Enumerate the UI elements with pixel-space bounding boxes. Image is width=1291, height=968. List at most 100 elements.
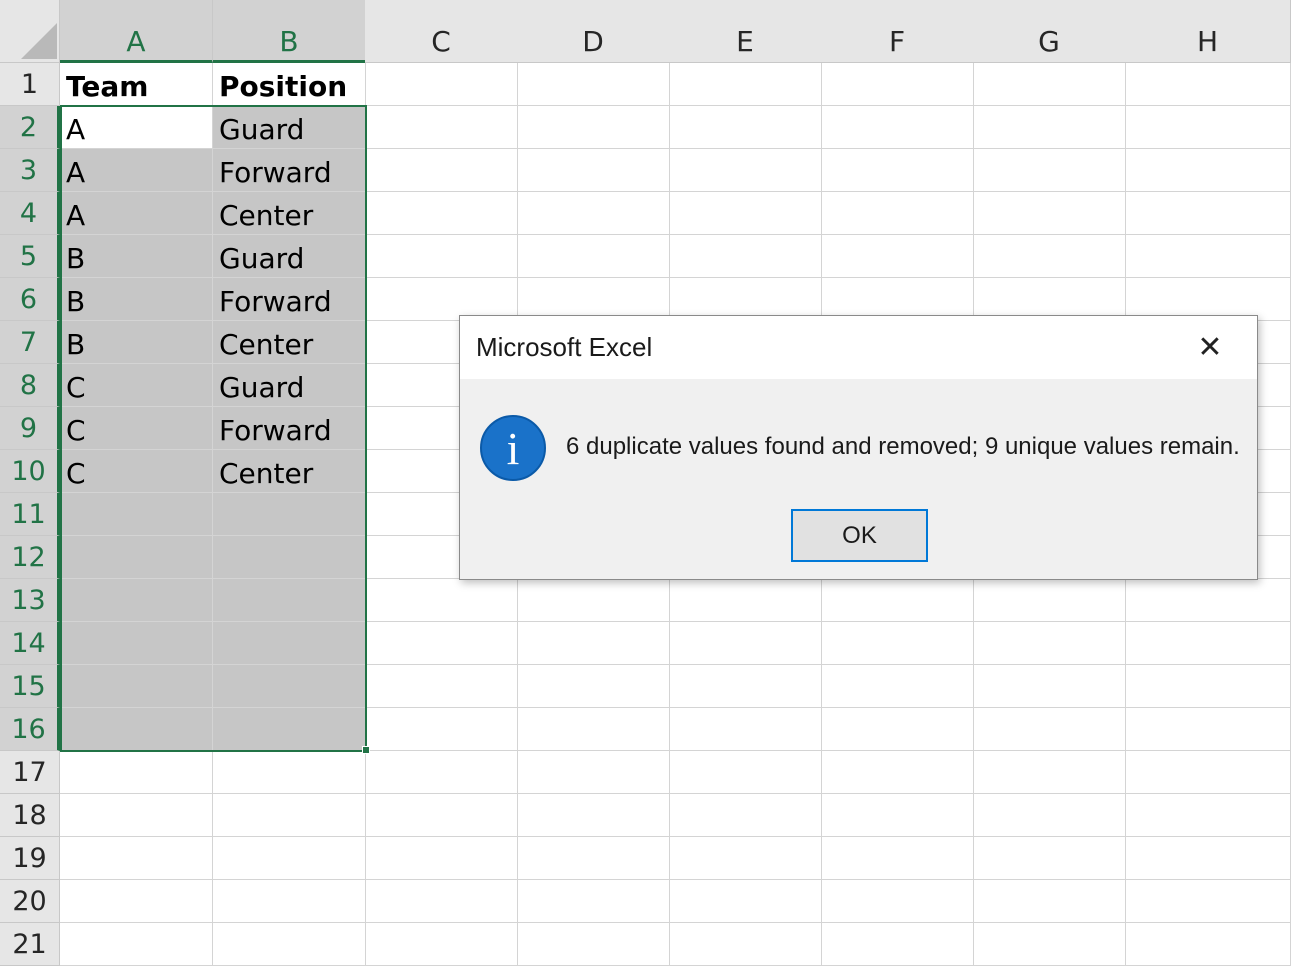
row-header-8[interactable]: 8 — [0, 364, 60, 407]
cell-a15[interactable] — [60, 665, 213, 708]
row-header-20[interactable]: 20 — [0, 880, 60, 923]
cell-a6[interactable]: B — [60, 278, 213, 321]
row-header-11[interactable]: 11 — [0, 493, 60, 536]
column-header-h[interactable]: H — [1125, 0, 1291, 63]
cell-c15[interactable] — [365, 665, 518, 708]
cell-b14[interactable] — [213, 622, 366, 665]
cell-h20[interactable] — [1125, 880, 1291, 923]
row-header-4[interactable]: 4 — [0, 192, 60, 235]
row-header-12[interactable]: 12 — [0, 536, 60, 579]
cell-e2[interactable] — [669, 106, 822, 149]
row-header-15[interactable]: 15 — [0, 665, 60, 708]
cell-d15[interactable] — [517, 665, 670, 708]
cell-e16[interactable] — [669, 708, 822, 751]
cell-b8[interactable]: Guard — [213, 364, 366, 407]
cell-g13[interactable] — [973, 579, 1126, 622]
cell-e15[interactable] — [669, 665, 822, 708]
column-header-g[interactable]: G — [973, 0, 1126, 63]
cell-b16[interactable] — [213, 708, 366, 751]
cell-b21[interactable] — [213, 923, 366, 966]
cell-h13[interactable] — [1125, 579, 1291, 622]
cell-h14[interactable] — [1125, 622, 1291, 665]
cell-c4[interactable] — [365, 192, 518, 235]
row-header-5[interactable]: 5 — [0, 235, 60, 278]
cell-d1[interactable] — [517, 63, 670, 106]
cell-c3[interactable] — [365, 149, 518, 192]
cell-g2[interactable] — [973, 106, 1126, 149]
cell-a3[interactable]: A — [60, 149, 213, 192]
cell-d16[interactable] — [517, 708, 670, 751]
cell-g4[interactable] — [973, 192, 1126, 235]
cell-e18[interactable] — [669, 794, 822, 837]
cell-d14[interactable] — [517, 622, 670, 665]
cell-b11[interactable] — [213, 493, 366, 536]
cell-f13[interactable] — [821, 579, 974, 622]
row-header-16[interactable]: 16 — [0, 708, 60, 751]
cell-b13[interactable] — [213, 579, 366, 622]
row-header-9[interactable]: 9 — [0, 407, 60, 450]
cell-a19[interactable] — [60, 837, 213, 880]
cell-c2[interactable] — [365, 106, 518, 149]
cell-b12[interactable] — [213, 536, 366, 579]
cell-d13[interactable] — [517, 579, 670, 622]
cell-g19[interactable] — [973, 837, 1126, 880]
cell-f16[interactable] — [821, 708, 974, 751]
row-header-2[interactable]: 2 — [0, 106, 60, 149]
cell-d18[interactable] — [517, 794, 670, 837]
cell-e17[interactable] — [669, 751, 822, 794]
cell-d21[interactable] — [517, 923, 670, 966]
cell-f17[interactable] — [821, 751, 974, 794]
cell-c14[interactable] — [365, 622, 518, 665]
cell-g3[interactable] — [973, 149, 1126, 192]
cell-a7[interactable]: B — [60, 321, 213, 364]
row-header-3[interactable]: 3 — [0, 149, 60, 192]
cell-c20[interactable] — [365, 880, 518, 923]
cell-g17[interactable] — [973, 751, 1126, 794]
cell-g15[interactable] — [973, 665, 1126, 708]
cell-e13[interactable] — [669, 579, 822, 622]
cell-b2[interactable]: Guard — [213, 106, 366, 149]
cell-e20[interactable] — [669, 880, 822, 923]
cell-h5[interactable] — [1125, 235, 1291, 278]
row-header-19[interactable]: 19 — [0, 837, 60, 880]
cell-b6[interactable]: Forward — [213, 278, 366, 321]
cell-e14[interactable] — [669, 622, 822, 665]
row-header-14[interactable]: 14 — [0, 622, 60, 665]
close-icon[interactable]: ✕ — [1190, 328, 1230, 368]
column-header-b[interactable]: B — [213, 0, 366, 63]
cell-h16[interactable] — [1125, 708, 1291, 751]
cell-c1[interactable] — [365, 63, 518, 106]
cell-b19[interactable] — [213, 837, 366, 880]
cell-a1[interactable]: Team — [60, 63, 213, 106]
cell-h3[interactable] — [1125, 149, 1291, 192]
cell-h1[interactable] — [1125, 63, 1291, 106]
column-header-d[interactable]: D — [517, 0, 670, 63]
cell-h21[interactable] — [1125, 923, 1291, 966]
dialog-titlebar[interactable]: Microsoft Excel ✕ — [460, 316, 1257, 379]
cell-b1[interactable]: Position — [213, 63, 366, 106]
row-header-17[interactable]: 17 — [0, 751, 60, 794]
cell-f14[interactable] — [821, 622, 974, 665]
cell-c13[interactable] — [365, 579, 518, 622]
cell-d4[interactable] — [517, 192, 670, 235]
cell-h15[interactable] — [1125, 665, 1291, 708]
cell-a20[interactable] — [60, 880, 213, 923]
cell-e19[interactable] — [669, 837, 822, 880]
cell-d20[interactable] — [517, 880, 670, 923]
cell-f18[interactable] — [821, 794, 974, 837]
cell-a12[interactable] — [60, 536, 213, 579]
cell-b4[interactable]: Center — [213, 192, 366, 235]
cell-f4[interactable] — [821, 192, 974, 235]
cell-a2[interactable]: A — [60, 106, 213, 149]
cell-f20[interactable] — [821, 880, 974, 923]
ok-button[interactable]: OK — [791, 509, 928, 562]
row-header-7[interactable]: 7 — [0, 321, 60, 364]
cell-c19[interactable] — [365, 837, 518, 880]
cell-h2[interactable] — [1125, 106, 1291, 149]
cell-e1[interactable] — [669, 63, 822, 106]
cell-f19[interactable] — [821, 837, 974, 880]
cell-b10[interactable]: Center — [213, 450, 366, 493]
row-header-13[interactable]: 13 — [0, 579, 60, 622]
cell-a4[interactable]: A — [60, 192, 213, 235]
cell-c5[interactable] — [365, 235, 518, 278]
